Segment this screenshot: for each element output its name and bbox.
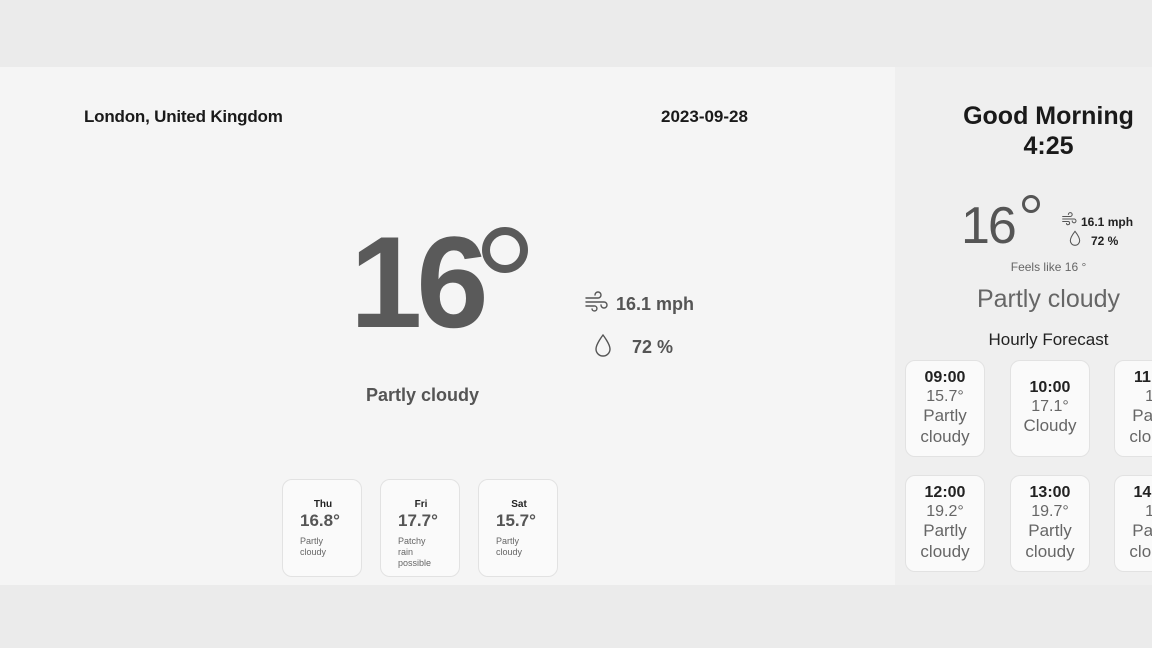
- humidity-stat: 72 %: [594, 333, 673, 362]
- day-temp: 17.7°: [398, 511, 438, 530]
- hourly-card[interactable]: 14:00 19 Partly cloudy: [1114, 475, 1152, 572]
- hourly-card[interactable]: 12:00 19.2° Partly cloudy: [905, 475, 985, 572]
- side-humidity-stat: 72 %: [1069, 230, 1118, 251]
- feels-like: Feels like 16 °: [1010, 260, 1087, 274]
- hour-time: 13:00: [1029, 484, 1071, 501]
- side-panel: Good Morning 4:25 16 16.1 mph 72 % Feels…: [895, 67, 1152, 585]
- side-wind-stat: 16.1 mph: [1061, 212, 1133, 231]
- hour-time: 09:00: [924, 369, 966, 386]
- side-temperature: 16: [961, 197, 1017, 255]
- hourly-card[interactable]: 11:00 18 Partly cloudy: [1114, 360, 1152, 457]
- day-condition: Patchy rain possible: [398, 536, 432, 568]
- hourly-card[interactable]: 09:00 15.7° Partly cloudy: [905, 360, 985, 457]
- degree-symbol: [482, 227, 528, 273]
- day-condition: Partly cloudy: [496, 536, 523, 557]
- day-condition: Partly cloudy: [300, 536, 327, 557]
- humidity-value: 72 %: [632, 337, 674, 357]
- hour-condition: Partly cloudy: [920, 406, 970, 446]
- hour-time: 11:00: [1133, 369, 1152, 386]
- day-name: Sat: [511, 499, 527, 510]
- side-humidity-value: 72 %: [1091, 233, 1119, 248]
- hourly-forecast-title: Hourly Forecast: [988, 330, 1109, 349]
- hour-time: 10:00: [1029, 379, 1071, 396]
- date-label: 2023-09-28: [661, 107, 748, 126]
- hourly-card[interactable]: 10:00 17.1° Cloudy: [1010, 360, 1090, 457]
- day-name: Fri: [414, 499, 428, 510]
- hour-condition: Partly cloudy: [1129, 406, 1152, 446]
- bottom-band: [0, 585, 1152, 648]
- droplet-icon: [594, 333, 612, 362]
- daily-card-fri[interactable]: Fri 17.7° Patchy rain possible: [380, 479, 460, 577]
- hour-condition: Partly cloudy: [1025, 521, 1075, 561]
- side-wind-speed: 16.1 mph: [1081, 214, 1134, 229]
- hourly-card[interactable]: 13:00 19.7° Partly cloudy: [1010, 475, 1090, 572]
- location-label: London, United Kingdom: [84, 107, 283, 126]
- hour-temp: 19.7°: [1031, 503, 1069, 521]
- day-temp: 15.7°: [496, 511, 536, 530]
- wind-icon: [1061, 212, 1077, 231]
- wind-speed: 16.1 mph: [616, 294, 695, 314]
- daily-card-sat[interactable]: Sat 15.7° Partly cloudy: [478, 479, 558, 577]
- current-time: 4:25: [1023, 132, 1074, 160]
- hour-condition: Cloudy: [1023, 416, 1077, 436]
- hour-condition: Partly cloudy: [1129, 521, 1152, 561]
- hour-temp: 19: [1145, 503, 1152, 521]
- wind-stat: 16.1 mph: [584, 291, 694, 318]
- main-panel: London, United Kingdom 2023-09-28 16 Par…: [0, 67, 895, 585]
- hour-temp: 18: [1145, 388, 1152, 406]
- top-band: [0, 0, 1152, 67]
- current-condition: Partly cloudy: [366, 385, 480, 405]
- current-temperature: 16: [350, 209, 489, 355]
- side-degree-symbol: [1022, 195, 1040, 213]
- hour-temp: 17.1°: [1031, 398, 1069, 416]
- wind-icon: [584, 291, 608, 318]
- greeting-text: Good Morning: [963, 102, 1134, 130]
- hour-condition: Partly cloudy: [920, 521, 970, 561]
- day-name: Thu: [313, 499, 333, 510]
- hour-time: 14:00: [1133, 484, 1152, 501]
- day-temp: 16.8°: [300, 511, 340, 530]
- hour-time: 12:00: [924, 484, 966, 501]
- daily-card-thu[interactable]: Thu 16.8° Partly cloudy: [282, 479, 362, 577]
- side-condition: Partly cloudy: [976, 285, 1121, 313]
- greeting: Good Morning 4:25: [895, 101, 1152, 161]
- hour-temp: 19.2°: [926, 503, 964, 521]
- hour-temp: 15.7°: [926, 388, 964, 406]
- droplet-icon: [1069, 230, 1081, 251]
